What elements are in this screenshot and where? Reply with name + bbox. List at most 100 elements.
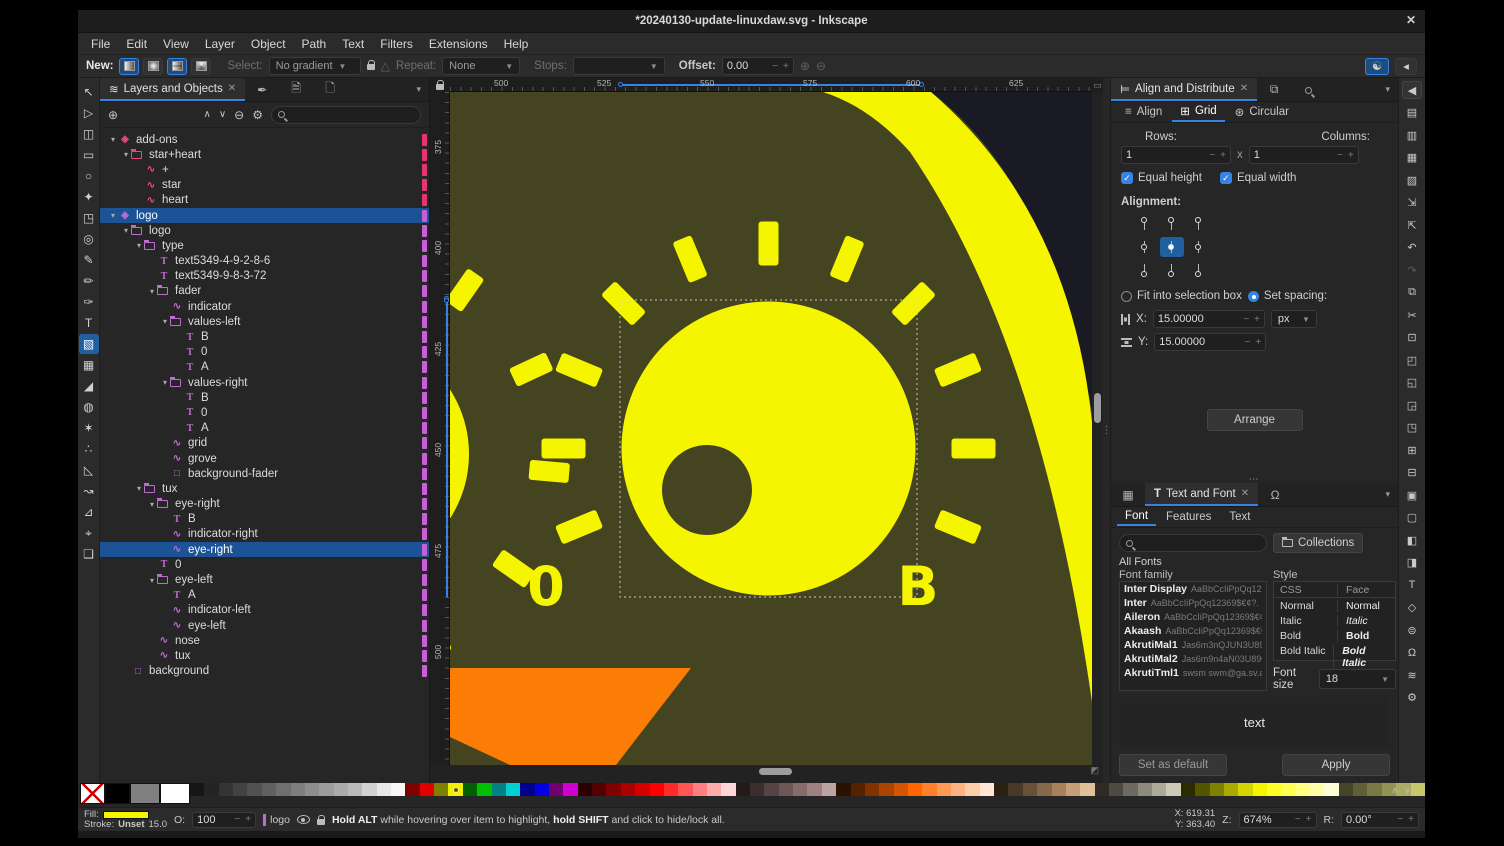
conical-mesh-button[interactable] [191, 58, 211, 75]
fill-stroke-dialog-button[interactable]: ◧ [1402, 531, 1422, 549]
folder-row-type[interactable]: ▾type [100, 238, 429, 253]
palette-swatch[interactable] [291, 783, 305, 796]
document-save-button[interactable]: ▦ [1402, 149, 1422, 167]
palette-swatch[interactable] [1052, 783, 1066, 796]
expander-icon[interactable]: ▾ [121, 150, 131, 159]
palette-swatch[interactable] [693, 783, 707, 796]
palette-swatch[interactable] [362, 783, 376, 796]
palette-swatch[interactable] [1253, 783, 1267, 796]
menu-view[interactable]: View [156, 35, 196, 53]
xml-editor-button[interactable]: ◇ [1402, 599, 1422, 617]
symbols-dialog-button[interactable]: Ω [1402, 644, 1422, 662]
layer-visibility-icon[interactable] [297, 815, 310, 824]
export-button[interactable]: ⇱ [1402, 216, 1422, 234]
keyboard-dialog-tab-icon[interactable]: ▦ [1111, 488, 1145, 502]
palette-swatch[interactable] [1367, 783, 1381, 796]
collapse-snap-bar-button[interactable]: ◂ [1395, 58, 1417, 75]
palette-swatch[interactable] [664, 783, 678, 796]
font-family-item[interactable]: AkrutiTml1swsm swm@ga.sv.au i J [1120, 666, 1266, 680]
path-row-heart[interactable]: ∿heart [100, 193, 429, 208]
close-tab-icon[interactable]: ✕ [228, 83, 236, 94]
palette-swatch[interactable] [535, 783, 549, 796]
close-tab-icon[interactable]: ✕ [1240, 83, 1248, 94]
palette-swatch[interactable] [405, 783, 419, 796]
palette-scroll-up[interactable]: ∧ [1391, 785, 1398, 796]
menu-filters[interactable]: Filters [373, 35, 420, 53]
path-row-star[interactable]: ∿star [100, 178, 429, 193]
palette-swatch[interactable] [793, 783, 807, 796]
text-row-text5349-9-8-3-72[interactable]: Ttext5349-9-8-3-72 [100, 269, 429, 284]
font-style-item[interactable]: NormalNormal [1274, 598, 1395, 613]
font-size-dropdown[interactable]: 18 ▼ [1319, 669, 1396, 689]
apply-button[interactable]: Apply [1282, 754, 1390, 776]
palette-swatch[interactable] [1123, 783, 1137, 796]
box3d-tool[interactable]: ◳ [79, 208, 99, 228]
object-properties-button[interactable]: ◨ [1402, 554, 1422, 572]
palette-swatch[interactable] [650, 783, 664, 796]
palette-swatch[interactable] [1166, 783, 1180, 796]
unlink-clone-button[interactable]: ⊟ [1402, 464, 1422, 482]
palette-swatch[interactable] [262, 783, 276, 796]
collections-button[interactable]: Collections [1273, 533, 1363, 553]
close-window-button[interactable]: ✕ [1406, 13, 1416, 27]
menu-object[interactable]: Object [244, 35, 293, 53]
palette-swatch[interactable] [1008, 783, 1022, 796]
palette-swatch[interactable] [807, 783, 821, 796]
palette-swatch[interactable] [305, 783, 319, 796]
palette-swatch[interactable] [764, 783, 778, 796]
tab-align-distribute[interactable]: ⊨ Align and Distribute ✕ [1111, 78, 1257, 101]
columns-spinner[interactable]: 1−+ [1249, 146, 1359, 164]
palette-swatch[interactable] [204, 783, 218, 796]
text-row-B[interactable]: TB [100, 512, 429, 527]
panel-menu-chevron[interactable]: ▾ [1385, 489, 1398, 500]
anchor-bottom-center[interactable] [1160, 260, 1184, 280]
text-row-A[interactable]: TA [100, 421, 429, 436]
zoom-page-button[interactable]: ◲ [1402, 396, 1422, 414]
folder-row-logo[interactable]: ▾logo [100, 223, 429, 238]
tab-text-and-font[interactable]: T Text and Font ✕ [1145, 483, 1258, 506]
palette-swatch[interactable] [1152, 783, 1166, 796]
text-tool[interactable]: T [79, 313, 99, 333]
pen-tool[interactable]: ✎ [79, 250, 99, 270]
palette-swatch[interactable] [865, 783, 879, 796]
palette-swatch[interactable] [1210, 783, 1224, 796]
move-down-button[interactable]: ∨ [219, 109, 226, 120]
palette-swatch[interactable] [549, 783, 563, 796]
palette-swatch[interactable] [922, 783, 936, 796]
palette-swatch[interactable] [606, 783, 620, 796]
menu-file[interactable]: File [84, 35, 117, 53]
anchor-bottom-left[interactable] [1133, 260, 1157, 280]
palette-swatch[interactable] [190, 783, 204, 796]
palette-swatch[interactable] [276, 783, 290, 796]
palette-swatch[interactable] [908, 783, 922, 796]
duplicate-button[interactable]: ◳ [1402, 419, 1422, 437]
dropper-tool[interactable]: ◢ [79, 376, 99, 396]
menu-help[interactable]: Help [497, 35, 536, 53]
pencil-tool[interactable]: ✏ [79, 271, 99, 291]
palette-swatch[interactable] [1296, 783, 1310, 796]
expander-icon[interactable]: ▾ [160, 317, 170, 326]
path-row-indicator-left[interactable]: ∿indicator-left [100, 603, 429, 618]
path-row-tux[interactable]: ∿tux [100, 648, 429, 663]
anchor-bottom-right[interactable] [1187, 260, 1211, 280]
text-row-text5349-4-9-2-8-6[interactable]: Ttext5349-4-9-2-8-6 [100, 254, 429, 269]
group-button[interactable]: ▣ [1402, 486, 1422, 504]
palette-swatch[interactable] [1267, 783, 1281, 796]
mesh-tool[interactable]: ▦ [79, 355, 99, 375]
text-row-A[interactable]: TA [100, 588, 429, 603]
palette-swatch[interactable] [965, 783, 979, 796]
rect-row-background[interactable]: □background [100, 664, 429, 679]
palette-swatch[interactable] [448, 783, 462, 796]
paint-bucket-tool[interactable]: ◍ [79, 397, 99, 417]
palette-menu-button[interactable]: ≡ [1417, 784, 1423, 796]
rows-spinner[interactable]: 1−+ [1121, 146, 1231, 164]
font-search-input[interactable] [1119, 534, 1267, 552]
palette-swatch[interactable] [1066, 783, 1080, 796]
palette-swatch[interactable] [1109, 783, 1123, 796]
menu-text[interactable]: Text [335, 35, 371, 53]
swatch-black[interactable] [105, 783, 130, 804]
display-mode-icon[interactable]: ▭ [1092, 78, 1103, 92]
snapping-toggle-button[interactable]: ☯ [1365, 58, 1389, 75]
symbols-dialog-tab-icon[interactable]: Ω [1258, 488, 1292, 502]
horizontal-scrollbar[interactable]: ◩ [430, 765, 1103, 777]
